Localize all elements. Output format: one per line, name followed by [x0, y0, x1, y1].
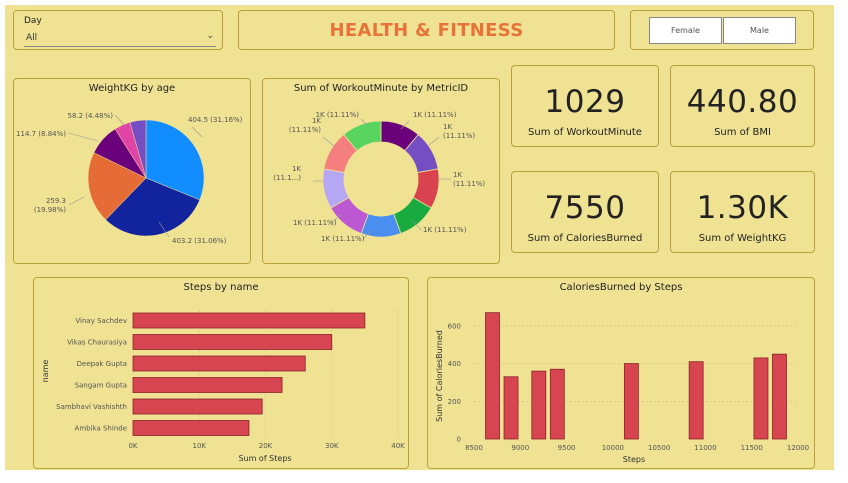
page-title: HEALTH & FITNESS [329, 20, 524, 41]
y-axis-title: Sum of CaloriesBurned [435, 330, 444, 422]
x-tick-label: 11000 [694, 444, 716, 452]
pie-data-label: (19.98%) [34, 206, 66, 214]
kpi-card-workout: 1029 Sum of WorkoutMinute [511, 65, 659, 147]
day-dropdown[interactable]: All ⌄ [24, 31, 216, 47]
y-tick-label: 0 [457, 436, 461, 444]
y-tick-label: Sambhavi Vashishth [56, 403, 127, 411]
bar [132, 312, 366, 329]
pie-leader-line [67, 132, 99, 142]
bar [132, 334, 333, 350]
calories-by-steps-chart: 0 200 400 600 8500 9000 9500 10000 10500 11000 115… [435, 312, 809, 464]
x-tick-label: 30K [325, 442, 339, 450]
pie-data-label: 259.3 [46, 197, 66, 205]
pie-data-label: 404.5 (31.16%) [188, 116, 243, 124]
bar [753, 357, 769, 440]
y-tick-label: 200 [448, 398, 461, 406]
kpi-value: 7550 [544, 190, 626, 226]
donut-data-label: (11.11%) [289, 126, 321, 134]
pie-data-label: 114.7 (8.84%) [16, 130, 66, 138]
pie-leader-line [114, 114, 127, 128]
donut-leader-line [322, 136, 336, 148]
kpi-card-weight: 1.30K Sum of WeightKG [670, 171, 815, 253]
male-button[interactable]: Male [723, 17, 796, 44]
donut-title: Sum of WorkoutMinute by MetricID [293, 83, 469, 94]
calories-by-steps-card: CaloriesBurned by Steps 0 200 400 600 8500 90… [427, 277, 815, 469]
kpi-label: Sum of CaloriesBurned [527, 233, 643, 244]
bar [485, 312, 500, 440]
y-tick-label: Vikas Chaurasiya [67, 338, 127, 346]
x-tick-label: 10500 [648, 444, 670, 452]
y-tick-label: 600 [448, 322, 461, 330]
x-tick-label: 10000 [602, 444, 624, 452]
donut-leader-line [428, 136, 440, 146]
x-tick-label: 12000 [787, 444, 809, 452]
y-axis-title: name [41, 360, 50, 383]
bar [132, 398, 263, 415]
gender-slicer: Female Male [630, 10, 814, 50]
x-tick-label: 9000 [511, 444, 529, 452]
bar [549, 368, 565, 440]
donut-data-label: (11.1...) [273, 174, 301, 182]
donut-data-label: 1K [443, 123, 452, 131]
donut-data-label: 1K (11.11%) [321, 235, 365, 243]
steps-title: Steps by name [183, 282, 259, 293]
slicer-label: Day [24, 16, 42, 26]
pie-leader-line [191, 126, 203, 138]
weight-by-age-card: WeightKG by age 404.5 (31.16%) 403.2 (31.… [13, 78, 251, 264]
workout-by-metric-donut: 1K (11.11%)1K(11.11%)1K(11.11%)1K (11.11… [273, 111, 485, 243]
bar [132, 377, 283, 393]
x-tick-label: 40K [391, 442, 405, 450]
y-tick-label: Deepak Gupta [77, 360, 127, 368]
pie-data-label: 58.2 (4.48%) [67, 112, 113, 120]
pie-title: WeightKG by age [88, 83, 176, 94]
y-tick-label: 400 [448, 360, 461, 368]
kpi-label: Sum of WorkoutMinute [528, 127, 642, 138]
x-axis-title: Sum of Steps [238, 454, 291, 463]
x-tick-label: 20K [259, 442, 273, 450]
x-tick-label: 10K [193, 442, 207, 450]
header-banner: HEALTH & FITNESS [238, 10, 615, 50]
x-tick-label: 0K [128, 442, 137, 450]
bar [531, 370, 547, 440]
x-tick-label: 9500 [558, 444, 576, 452]
day-slicer[interactable]: Day All ⌄ [13, 10, 223, 50]
kpi-card-calories: 7550 Sum of CaloriesBurned [511, 171, 659, 253]
donut-data-label: 1K (11.11%) [423, 226, 467, 234]
bar [132, 355, 306, 372]
donut-data-label: 1K [453, 171, 462, 179]
kpi-label: Sum of BMI [714, 127, 771, 138]
bar [623, 363, 639, 440]
donut-data-label: (11.11%) [453, 180, 485, 188]
female-button[interactable]: Female [649, 17, 722, 44]
pie-leader-line [68, 196, 85, 206]
kpi-value: 440.80 [686, 84, 799, 120]
donut-data-label: 1K [292, 165, 301, 173]
x-tick-label: 8500 [465, 444, 483, 452]
kpi-label: Sum of WeightKG [698, 233, 787, 244]
y-tick-label: Sangam Gupta [75, 381, 127, 389]
kpi-card-bmi: 440.80 Sum of BMI [670, 65, 815, 147]
steps-by-name-chart: 0K 10K 20K 30K 40K Vinay Sachdev Vikas Chauras… [41, 310, 405, 463]
bar [688, 361, 704, 440]
bar [132, 420, 250, 436]
donut-data-label: 1K (11.11%) [316, 111, 360, 119]
bar [772, 353, 787, 440]
donut-data-label: (11.11%) [443, 132, 475, 140]
y-tick-label: Ambika Shinde [75, 424, 127, 432]
steps-by-name-card: Steps by name 0K 10K 20K 30K 40K Vinay Sachde… [33, 277, 409, 469]
donut-data-label: 1K (11.11%) [293, 219, 337, 227]
kpi-value: 1.30K [696, 190, 789, 226]
bar [503, 376, 519, 440]
kpi-value: 1029 [544, 84, 626, 120]
x-axis-title: Steps [623, 455, 645, 464]
day-dropdown-value: All [26, 33, 38, 43]
x-tick-label: 11500 [741, 444, 763, 452]
weight-by-age-pie: 404.5 (31.16%) 403.2 (31.06%) 259.3(19.98%… [16, 112, 243, 245]
calories-title: CaloriesBurned by Steps [559, 282, 683, 293]
donut-data-label: 1K (11.11%) [413, 111, 457, 119]
pie-data-label: 403.2 (31.06%) [172, 237, 227, 245]
workout-by-metric-card: Sum of WorkoutMinute by MetricID 1K (11.… [262, 78, 500, 264]
y-tick-label: Vinay Sachdev [75, 317, 127, 325]
chevron-down-icon[interactable]: ⌄ [206, 31, 214, 41]
